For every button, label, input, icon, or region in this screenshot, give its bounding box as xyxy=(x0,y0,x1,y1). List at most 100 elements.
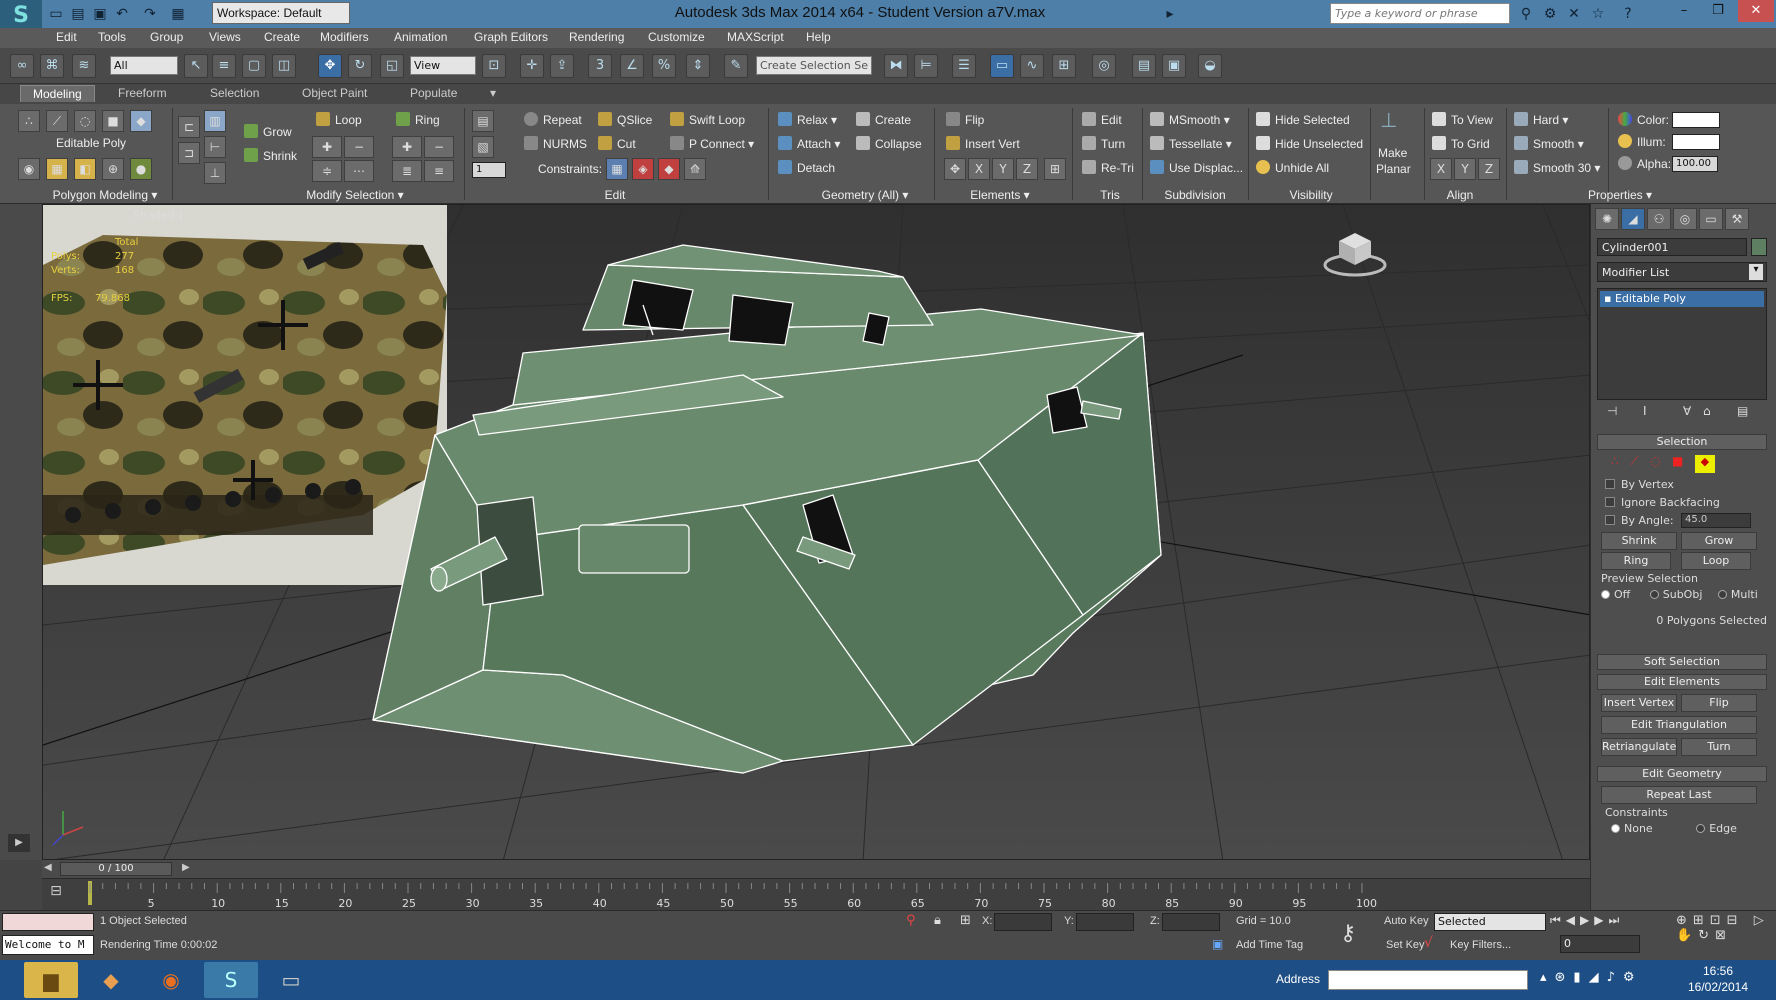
mirror-icon[interactable]: ⧓ xyxy=(884,54,908,78)
key-selection-dropdown[interactable]: Selected xyxy=(1434,913,1546,931)
ring-grow-icon[interactable]: ≣ xyxy=(392,160,422,182)
re-tri-button[interactable]: Re-Tri xyxy=(1082,160,1134,175)
selection-rollout[interactable]: Selection xyxy=(1597,434,1767,450)
maxscript-listener-mini[interactable] xyxy=(2,913,94,931)
grow-button[interactable]: Grow xyxy=(1681,532,1757,550)
selection-lock-icon[interactable]: 🔒︎ xyxy=(934,913,941,928)
preserve-uvs-icon[interactable]: ▦ xyxy=(46,158,68,180)
constraint-none-icon[interactable]: ▦ xyxy=(606,158,628,180)
menu-graph-editors[interactable]: Graph Editors xyxy=(474,30,548,44)
constraint-edge-icon[interactable]: ◈ xyxy=(632,158,654,180)
rendered-frame-icon[interactable]: ▣ xyxy=(1162,54,1186,78)
reference-coordinate-dropdown[interactable]: View xyxy=(410,56,476,75)
select-loop-icon[interactable]: ⊥ xyxy=(204,162,226,184)
attach-button[interactable]: Attach ▾ xyxy=(778,136,840,151)
key-filters-button[interactable]: Key Filters... xyxy=(1450,939,1511,951)
to-grid-button[interactable]: To Grid xyxy=(1432,136,1490,151)
menu-modifiers[interactable]: Modifiers xyxy=(320,30,369,44)
relax-button[interactable]: Relax ▾ xyxy=(778,112,837,127)
edit-spinner[interactable]: 1 xyxy=(472,162,506,178)
favorites-icon[interactable]: ☆ xyxy=(1588,4,1608,24)
illum-swatch[interactable] xyxy=(1672,134,1720,150)
nurms-button[interactable]: NURMS xyxy=(524,136,587,151)
next-frame-icon[interactable]: ▶ xyxy=(182,862,190,873)
ignore-backfacing-checkbox[interactable]: Ignore Backfacing xyxy=(1605,496,1775,509)
vertex-subobject-icon[interactable]: ∴ xyxy=(1611,454,1619,468)
object-color-swatch[interactable] xyxy=(1751,238,1767,256)
undo-icon[interactable]: ↶ xyxy=(112,4,132,24)
ring-shift-up-icon[interactable]: ✚ xyxy=(392,136,422,158)
select-and-link-icon[interactable]: ∞ xyxy=(10,54,34,78)
make-planar-label-1[interactable]: Make xyxy=(1378,146,1407,160)
color-swatch[interactable] xyxy=(1672,112,1720,128)
edit-elements-rollout[interactable]: Edit Elements xyxy=(1597,674,1767,690)
key-mode-toggle-icon[interactable]: √ xyxy=(1424,935,1433,951)
object-name-field[interactable]: Cylinder001 xyxy=(1597,238,1747,256)
selection-filter-dropdown[interactable]: All xyxy=(110,56,178,75)
time-tag-icon[interactable]: ▣ xyxy=(1212,937,1223,951)
binoculars-icon[interactable]: ⚲ xyxy=(1516,4,1536,24)
pin-stack-icon[interactable]: ⊣ xyxy=(1607,404,1617,418)
menu-animation[interactable]: Animation xyxy=(394,30,447,44)
select-object-icon[interactable]: ↖ xyxy=(184,54,208,78)
percent-snap-icon[interactable]: % xyxy=(652,54,676,78)
ignore-backfacing-icon[interactable]: ● xyxy=(130,158,152,180)
edge-subobject-icon[interactable]: ⟋ xyxy=(1630,454,1638,468)
system-tray-icons[interactable]: ▴⊛▮◢♪⚙ xyxy=(1540,970,1680,990)
element-mode-icon[interactable]: ◆ xyxy=(130,110,152,132)
shrink-button[interactable]: Shrink xyxy=(244,148,297,163)
align-axis-icon[interactable]: ✥ xyxy=(944,158,966,180)
qslice-button[interactable]: QSlice xyxy=(598,112,652,127)
hard-button[interactable]: Hard ▾ xyxy=(1514,112,1568,127)
workspace-dropdown[interactable]: Workspace: Default xyxy=(212,2,350,24)
pivot-center-icon[interactable]: ⊡ xyxy=(482,54,506,78)
by-vertex-checkbox[interactable]: By Vertex xyxy=(1605,478,1775,491)
help-icon[interactable]: ? xyxy=(1618,4,1638,24)
vertex-mode-icon[interactable]: ∴ xyxy=(18,110,40,132)
save-icon[interactable]: ▣ xyxy=(90,4,110,24)
properties-group[interactable]: Properties ▾ xyxy=(1570,188,1670,202)
modifier-list-dropdown[interactable]: Modifier List ▾ xyxy=(1597,262,1767,282)
preview-subobj-radio[interactable]: SubObj xyxy=(1649,588,1702,601)
spinner-snap-icon[interactable]: ⇕ xyxy=(686,54,710,78)
firefox-icon[interactable]: ◉ xyxy=(144,962,198,998)
make-planar-label-2[interactable]: Planar xyxy=(1376,162,1411,176)
select-and-move-icon[interactable]: ✥ xyxy=(318,54,342,78)
minimize-button[interactable]: – xyxy=(1666,0,1702,22)
element-subobject-icon[interactable]: ◆ xyxy=(1694,455,1715,473)
menu-maxscript[interactable]: MAXScript xyxy=(727,30,784,44)
border-mode-icon[interactable]: ◌ xyxy=(74,110,96,132)
keyboard-shortcut-icon[interactable]: ⇪ xyxy=(550,54,574,78)
elements-group[interactable]: Elements ▾ xyxy=(950,188,1050,202)
insert-vert-button[interactable]: Insert Vert xyxy=(946,136,1020,151)
configure-sets-icon[interactable]: ▤ xyxy=(1737,404,1748,418)
isolate-selection-icon[interactable]: ⚲ xyxy=(906,913,916,928)
grow-button[interactable]: Grow xyxy=(244,124,292,139)
preserve-uv-icon[interactable]: ▤ xyxy=(472,110,494,132)
smooth-button[interactable]: Smooth ▾ xyxy=(1514,136,1584,151)
ring-shift-down-icon[interactable]: − xyxy=(424,136,454,158)
prev-frame-icon[interactable]: ◀ xyxy=(44,862,52,873)
hide-selected-button[interactable]: Hide Selected xyxy=(1256,112,1350,127)
selection-mode-icon[interactable]: ▥ xyxy=(204,110,226,132)
select-and-scale-icon[interactable]: ◱ xyxy=(380,54,404,78)
tweak-icon[interactable]: ▧ xyxy=(472,136,494,158)
computer-icon[interactable]: ▭ xyxy=(264,962,318,998)
track-bar[interactable]: ⊟ 5 10 15 20 25 30 35 40 45 50 55 60 65 70 75 80 85 90 95 1… xyxy=(42,878,1590,910)
align-z-icon[interactable]: Z xyxy=(1478,158,1500,180)
expand-arrow-icon[interactable]: ▸ xyxy=(1160,4,1180,24)
preview-multi-radio[interactable]: Multi xyxy=(1717,588,1758,601)
time-slider-thumb[interactable]: 0 / 100 xyxy=(60,862,172,876)
hierarchy-panel-icon[interactable]: ⚇ xyxy=(1647,208,1671,230)
retriangulate-button[interactable]: Retriangulate xyxy=(1601,738,1677,756)
tab-object-paint[interactable]: Object Paint xyxy=(302,86,367,100)
align-x-button[interactable]: X xyxy=(968,158,990,180)
unhide-all-button[interactable]: Unhide All xyxy=(1256,160,1329,175)
communication-icon[interactable]: ✕ xyxy=(1564,4,1584,24)
maximize-button[interactable]: ❐ xyxy=(1700,0,1736,22)
subscription-icon[interactable]: ⚙ xyxy=(1540,4,1560,24)
ring-button[interactable]: Ring xyxy=(396,112,440,127)
snaps-toggle-icon[interactable]: 3 xyxy=(588,54,612,78)
flip-normals-button[interactable]: Flip xyxy=(1681,694,1757,712)
menu-tools[interactable]: Tools xyxy=(98,30,126,44)
